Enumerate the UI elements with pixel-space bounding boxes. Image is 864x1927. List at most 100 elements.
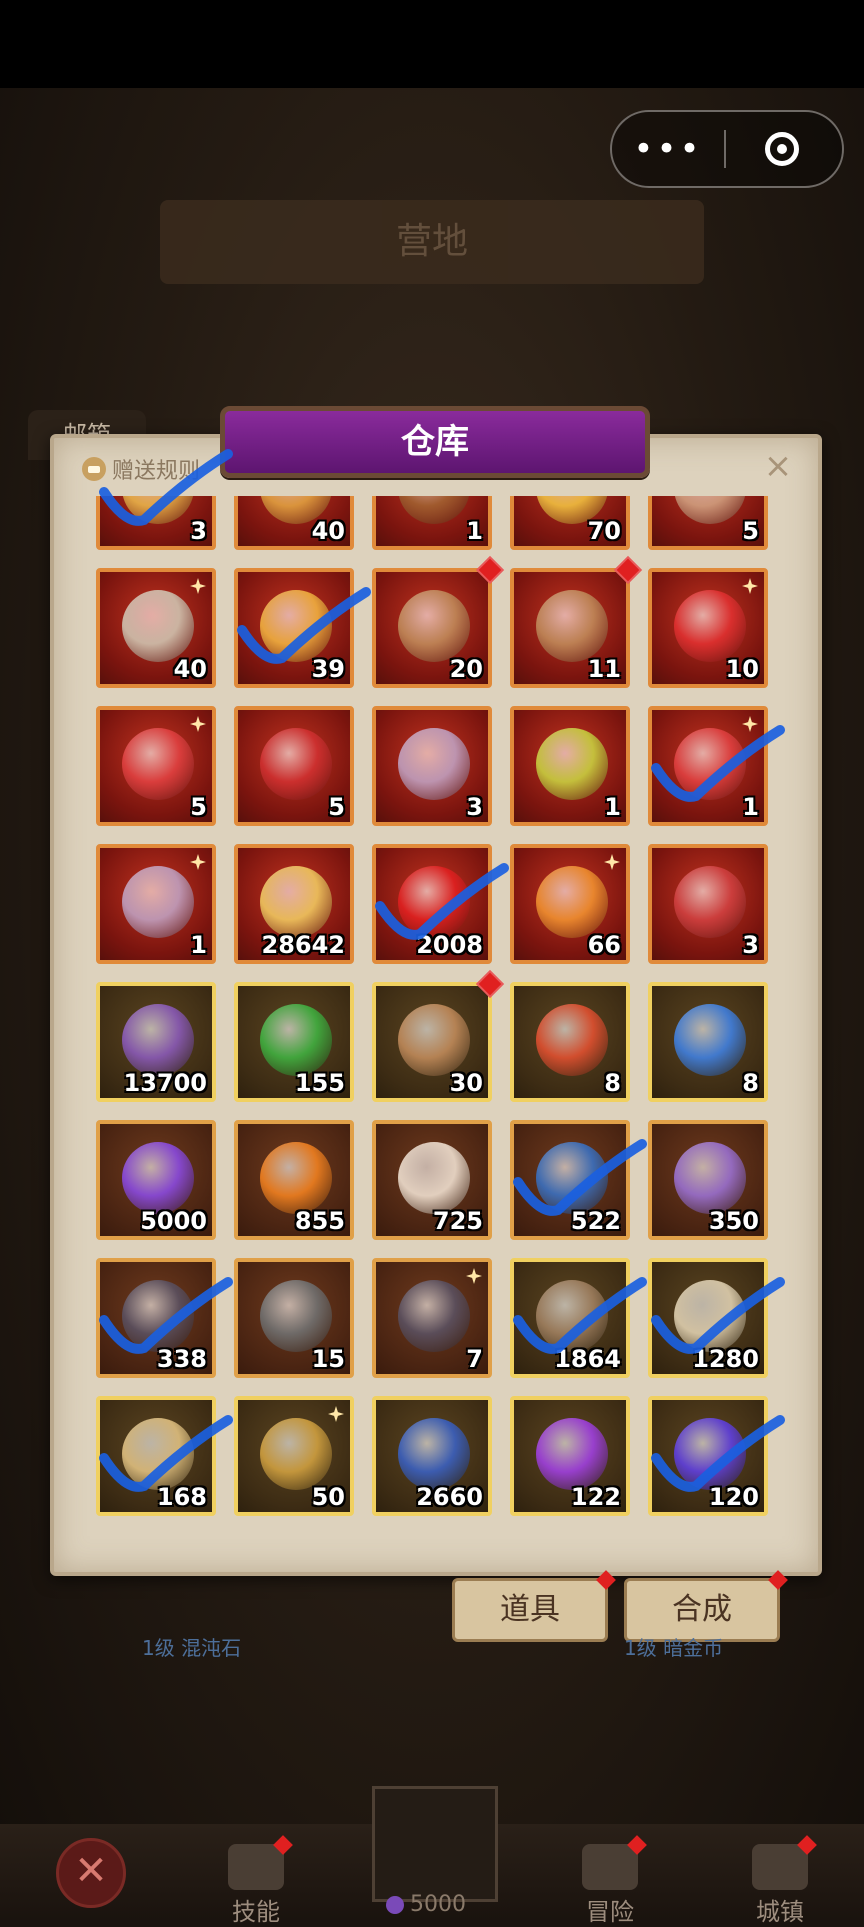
item-count: 2008 bbox=[416, 931, 483, 959]
notification-dot bbox=[475, 969, 505, 999]
item-slot[interactable]: 50 bbox=[234, 1396, 354, 1516]
nav-town[interactable]: 城镇 bbox=[730, 1835, 830, 1927]
notification-dot bbox=[613, 555, 643, 585]
item-slot[interactable]: 338 bbox=[96, 1258, 216, 1378]
item-slot[interactable]: 10 bbox=[648, 568, 768, 688]
item-slot[interactable]: 1 bbox=[510, 706, 630, 826]
item-icon bbox=[122, 1280, 194, 1352]
item-count: 1 bbox=[190, 931, 207, 959]
item-count: 39 bbox=[311, 655, 345, 683]
item-slot[interactable]: 1 bbox=[96, 844, 216, 964]
item-count: 522 bbox=[570, 1207, 621, 1235]
item-slot[interactable]: 2660 bbox=[372, 1396, 492, 1516]
item-count: 20 bbox=[449, 655, 483, 683]
item-icon bbox=[398, 1142, 470, 1214]
exit-button[interactable] bbox=[726, 132, 838, 166]
item-slot[interactable]: 30 bbox=[372, 969, 505, 1102]
item-icon bbox=[536, 1004, 608, 1076]
item-count: 168 bbox=[156, 1483, 207, 1511]
item-slot[interactable]: 1 bbox=[648, 706, 768, 826]
item-icon bbox=[674, 866, 746, 938]
item-slot[interactable]: 1 bbox=[372, 496, 492, 550]
item-slot[interactable]: 3 bbox=[648, 844, 768, 964]
item-slot[interactable]: 350 bbox=[648, 1120, 768, 1240]
item-slot[interactable]: 3 bbox=[96, 496, 216, 550]
item-count: 40 bbox=[311, 517, 345, 545]
item-slot[interactable]: 1280 bbox=[648, 1258, 768, 1378]
item-count: 338 bbox=[156, 1345, 207, 1373]
item-slot[interactable]: 168 bbox=[96, 1396, 216, 1516]
item-slot[interactable]: 5 bbox=[234, 706, 354, 826]
item-count: 7 bbox=[466, 1345, 483, 1373]
item-count: 1 bbox=[466, 517, 483, 545]
item-slot[interactable]: 11 bbox=[510, 555, 643, 688]
item-icon bbox=[398, 866, 470, 938]
item-slot[interactable]: 5000 bbox=[96, 1120, 216, 1240]
item-count: 66 bbox=[587, 931, 621, 959]
sparkle-icon bbox=[190, 716, 206, 732]
item-slot[interactable]: 522 bbox=[510, 1120, 630, 1240]
item-slot[interactable]: 8 bbox=[510, 982, 630, 1102]
item-slot[interactable]: 5 bbox=[96, 706, 216, 826]
nav-adventure[interactable]: 冒险 bbox=[560, 1835, 660, 1927]
item-slot[interactable]: 40 bbox=[234, 496, 354, 550]
item-count: 155 bbox=[294, 1069, 345, 1097]
item-icon bbox=[260, 1418, 332, 1490]
item-slot[interactable]: 855 bbox=[234, 1120, 354, 1240]
item-icon bbox=[122, 590, 194, 662]
item-slot[interactable]: 155 bbox=[234, 982, 354, 1102]
item-count: 855 bbox=[294, 1207, 345, 1235]
item-icon bbox=[260, 1280, 332, 1352]
item-count: 28642 bbox=[261, 931, 346, 959]
item-icon bbox=[536, 590, 608, 662]
sparkle-icon bbox=[466, 1268, 482, 1284]
item-icon bbox=[536, 728, 608, 800]
item-slot[interactable]: 40 bbox=[96, 568, 216, 688]
item-slot[interactable]: 66 bbox=[510, 844, 630, 964]
center-emblem[interactable] bbox=[372, 1786, 498, 1902]
item-slot[interactable]: 28642 bbox=[234, 844, 354, 964]
more-dots-icon[interactable]: ••• bbox=[612, 129, 724, 169]
item-slot[interactable]: 13700 bbox=[96, 982, 216, 1102]
tab-items[interactable]: 道具 bbox=[452, 1570, 616, 1642]
item-slot[interactable]: 1864 bbox=[510, 1258, 630, 1378]
item-count: 5 bbox=[190, 793, 207, 821]
item-slot[interactable]: 7 bbox=[372, 1258, 492, 1378]
nav-skills[interactable]: 技能 bbox=[206, 1835, 306, 1927]
item-slot[interactable]: 15 bbox=[234, 1258, 354, 1378]
sparkle-icon bbox=[742, 716, 758, 732]
nav-skills-label: 技能 bbox=[232, 1898, 280, 1926]
close-icon[interactable]: × bbox=[760, 448, 796, 484]
item-slot[interactable]: 725 bbox=[372, 1120, 492, 1240]
item-icon bbox=[398, 1418, 470, 1490]
item-slot[interactable]: 5 bbox=[648, 496, 768, 550]
item-count: 350 bbox=[708, 1207, 759, 1235]
level-label-left: 1级 混沌石 bbox=[142, 1636, 242, 1660]
item-slot[interactable]: 120 bbox=[648, 1396, 768, 1516]
item-icon bbox=[122, 1418, 194, 1490]
item-count: 40 bbox=[173, 655, 207, 683]
item-slot[interactable]: 39 bbox=[234, 568, 354, 688]
item-slot[interactable]: 122 bbox=[510, 1396, 630, 1516]
item-slot[interactable]: 20 bbox=[372, 555, 505, 688]
item-count: 10 bbox=[725, 655, 759, 683]
item-icon bbox=[398, 1004, 470, 1076]
item-icon bbox=[674, 728, 746, 800]
gift-rules-link[interactable]: 赠送规则 bbox=[82, 454, 200, 484]
level-label-right: 1级 暗金币 bbox=[624, 1636, 724, 1660]
item-icon bbox=[260, 1004, 332, 1076]
item-icon bbox=[536, 866, 608, 938]
tab-items-label: 道具 bbox=[500, 1592, 560, 1627]
item-slot[interactable]: 3 bbox=[372, 706, 492, 826]
item-count: 5 bbox=[742, 517, 759, 545]
gem-icon bbox=[386, 1895, 404, 1914]
item-icon bbox=[122, 496, 194, 524]
skills-icon bbox=[228, 1835, 293, 1890]
item-icon bbox=[536, 1142, 608, 1214]
item-icon bbox=[398, 728, 470, 800]
item-slot[interactable]: 8 bbox=[648, 982, 768, 1102]
adventure-icon bbox=[582, 1835, 647, 1890]
close-round-button[interactable]: ✕ bbox=[56, 1838, 126, 1908]
item-slot[interactable]: 2008 bbox=[372, 844, 492, 964]
item-slot[interactable]: 70 bbox=[510, 496, 630, 550]
